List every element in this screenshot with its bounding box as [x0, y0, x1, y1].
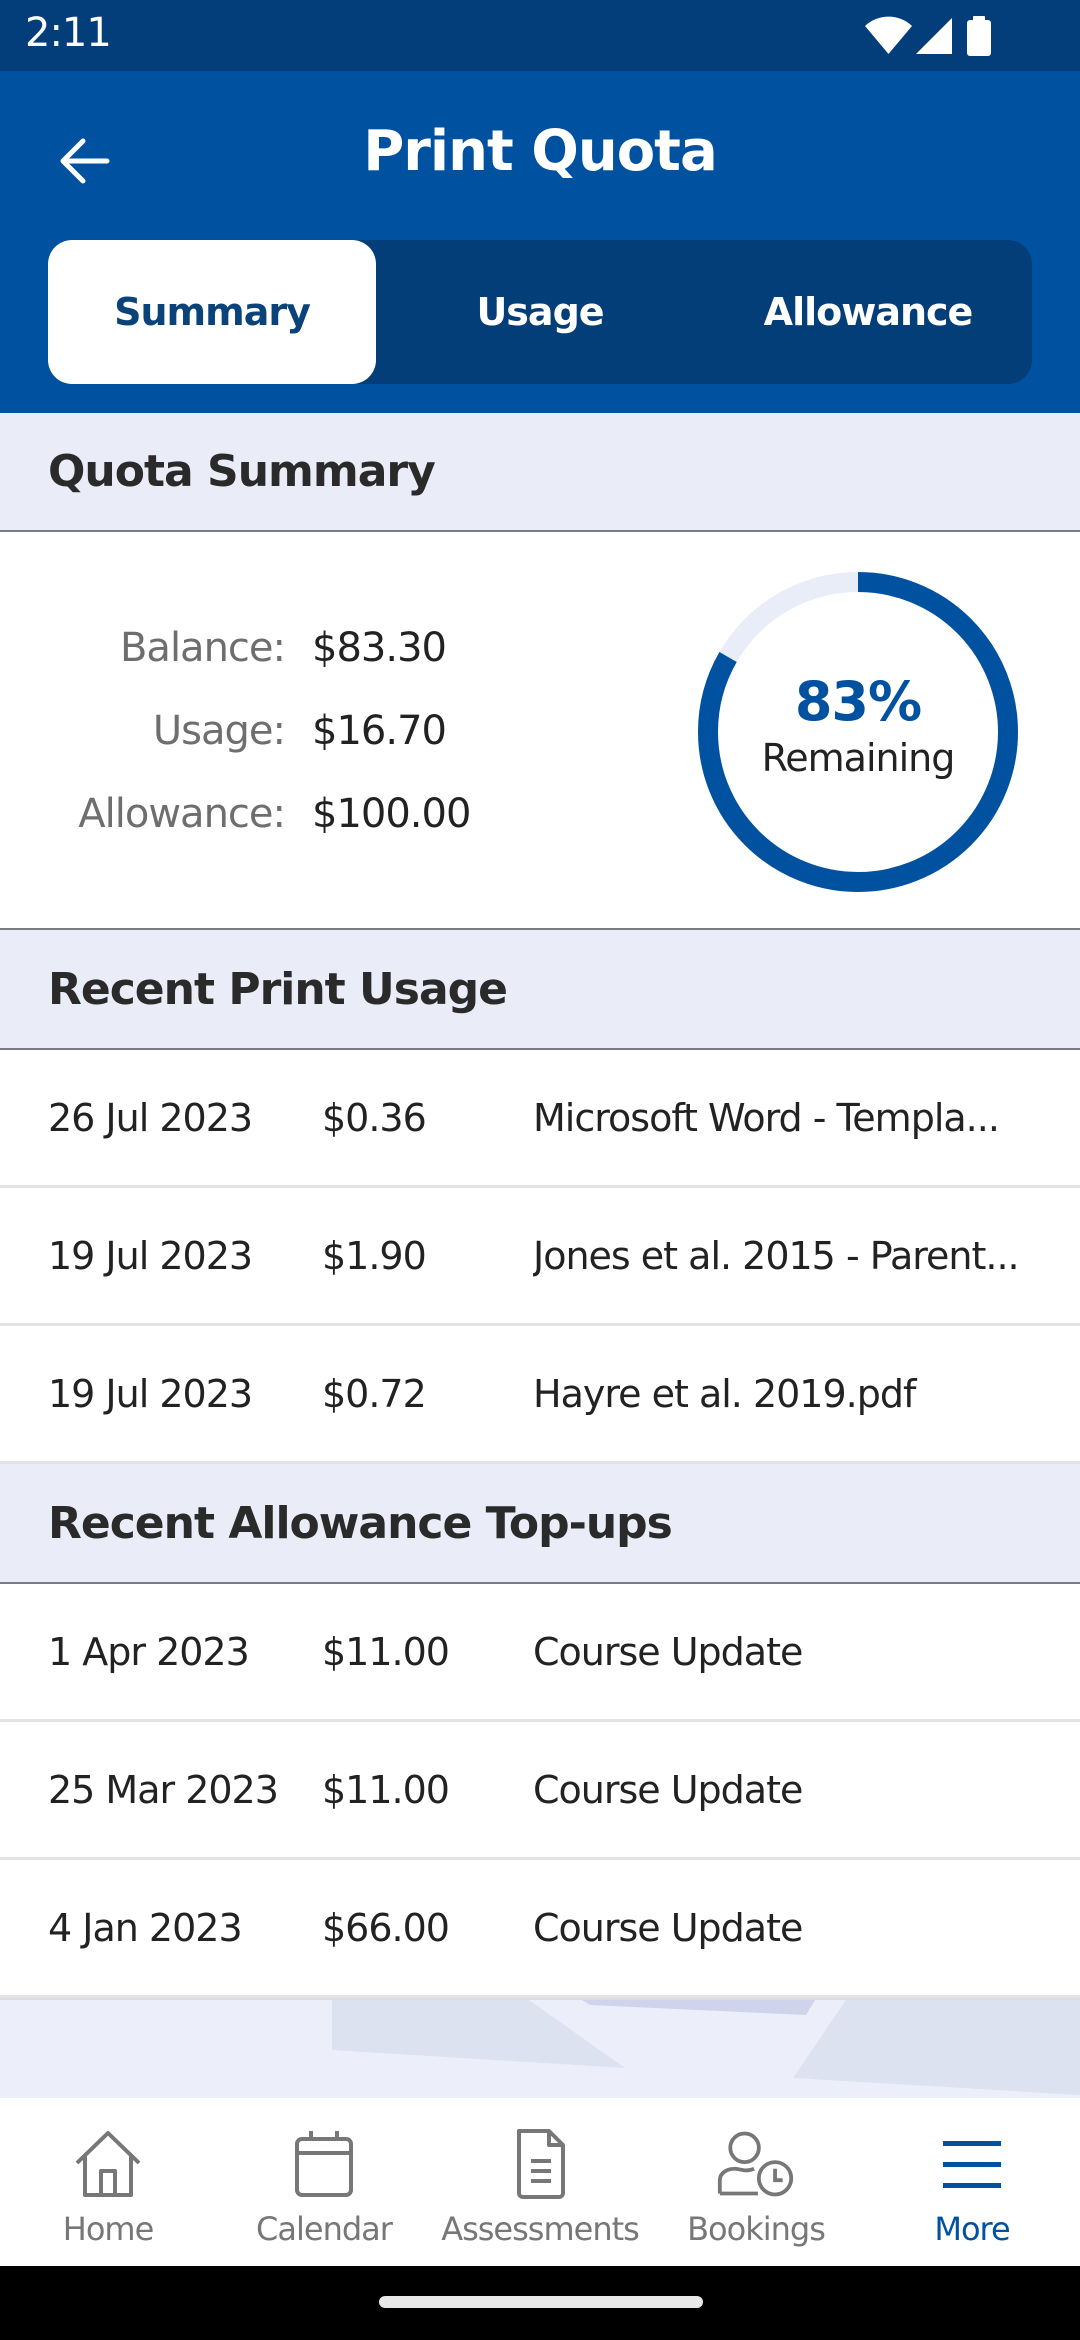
- summary-row-balance: Balance: $83.30: [0, 625, 600, 685]
- usage-description: Jones et al. 2015 - Parent...: [533, 1234, 1020, 1278]
- usage-row[interactable]: 26 Jul 2023 $0.36 Microsoft Word - Templ…: [0, 1050, 1080, 1188]
- topup-date: 1 Apr 2023: [48, 1630, 250, 1674]
- topup-description: Course Update: [533, 1630, 803, 1674]
- topup-amount: $11.00: [322, 1768, 450, 1812]
- nav-home[interactable]: Home: [0, 2098, 216, 2266]
- quota-summary-heading: Quota Summary: [0, 413, 1080, 532]
- topup-amount: $66.00: [322, 1906, 450, 1950]
- tab-summary[interactable]: Summary: [48, 240, 376, 384]
- topup-amount: $11.00: [322, 1630, 450, 1674]
- usage-label: Usage:: [152, 708, 286, 754]
- usage-row[interactable]: 19 Jul 2023 $1.90 Jones et al. 2015 - Pa…: [0, 1188, 1080, 1326]
- remaining-caption: Remaining: [761, 736, 956, 780]
- nav-calendar-label: Calendar: [256, 2210, 393, 2248]
- nav-bookings-label: Bookings: [687, 2210, 826, 2248]
- topup-date: 4 Jan 2023: [48, 1906, 243, 1950]
- nav-more-label: More: [934, 2210, 1010, 2248]
- topup-description: Course Update: [533, 1768, 803, 1812]
- balance-label: Balance:: [119, 625, 286, 671]
- nav-assessments[interactable]: Assessments: [432, 2098, 648, 2266]
- system-gesture-bar: [0, 2266, 1080, 2340]
- nav-home-label: Home: [62, 2210, 154, 2248]
- calendar-icon: [284, 2126, 364, 2202]
- status-time: 2:11: [25, 10, 112, 56]
- topup-date: 25 Mar 2023: [48, 1768, 279, 1812]
- topup-description: Course Update: [533, 1906, 803, 1950]
- cellular-signal-icon: [916, 18, 952, 54]
- topup-row[interactable]: 4 Jan 2023 $66.00 Course Update: [0, 1860, 1080, 1998]
- allowance-value: $100.00: [312, 791, 471, 837]
- usage-date: 19 Jul 2023: [48, 1234, 253, 1278]
- app-header: Print Quota Summary Usage Allowance: [0, 71, 1080, 413]
- recent-print-usage-heading: Recent Print Usage: [0, 930, 1080, 1050]
- topup-row[interactable]: 1 Apr 2023 $11.00 Course Update: [0, 1584, 1080, 1722]
- usage-row[interactable]: 19 Jul 2023 $0.72 Hayre et al. 2019.pdf: [0, 1326, 1080, 1464]
- allowance-label: Allowance:: [78, 791, 286, 837]
- summary-row-allowance: Allowance: $100.00: [0, 791, 600, 851]
- home-gesture-handle[interactable]: [379, 2296, 703, 2308]
- nav-calendar[interactable]: Calendar: [216, 2098, 432, 2266]
- usage-value: $16.70: [312, 708, 447, 754]
- nav-assessments-label: Assessments: [441, 2210, 640, 2248]
- nav-more[interactable]: More: [864, 2098, 1080, 2266]
- battery-icon: [967, 16, 991, 56]
- deco-shape: [332, 2000, 625, 2068]
- usage-description: Hayre et al. 2019.pdf: [533, 1372, 916, 1416]
- summary-row-usage: Usage: $16.70: [0, 708, 600, 768]
- balance-value: $83.30: [312, 625, 447, 671]
- usage-amount: $0.36: [322, 1096, 427, 1140]
- page-title: Print Quota: [363, 119, 718, 184]
- decorative-background: [0, 1998, 1080, 2098]
- remaining-percent: 83%: [794, 670, 922, 733]
- tab-allowance[interactable]: Allowance: [704, 240, 1032, 384]
- person-clock-icon: [716, 2126, 796, 2202]
- bottom-nav: Home Calendar Assessments Bookings More: [0, 2098, 1080, 2266]
- remaining-ring: 83% Remaining: [698, 572, 1018, 892]
- usage-amount: $1.90: [322, 1234, 427, 1278]
- menu-icon: [932, 2126, 1012, 2202]
- usage-amount: $0.72: [322, 1372, 427, 1416]
- nav-bookings[interactable]: Bookings: [648, 2098, 864, 2266]
- wifi-icon: [865, 16, 912, 54]
- usage-date: 26 Jul 2023: [48, 1096, 253, 1140]
- deco-shape: [793, 2000, 1080, 2095]
- document-icon: [500, 2126, 580, 2202]
- home-icon: [68, 2126, 148, 2202]
- usage-date: 19 Jul 2023: [48, 1372, 253, 1416]
- topup-row[interactable]: 25 Mar 2023 $11.00 Course Update: [0, 1722, 1080, 1860]
- tab-usage[interactable]: Usage: [376, 240, 704, 384]
- usage-description: Microsoft Word - Templa...: [533, 1096, 1000, 1140]
- recent-topups-heading: Recent Allowance Top-ups: [0, 1464, 1080, 1584]
- deco-shape: [582, 2000, 815, 2015]
- segmented-tabs: Summary Usage Allowance: [48, 240, 1032, 384]
- status-bar: 2:11: [0, 0, 1080, 71]
- status-icons: [860, 14, 1010, 56]
